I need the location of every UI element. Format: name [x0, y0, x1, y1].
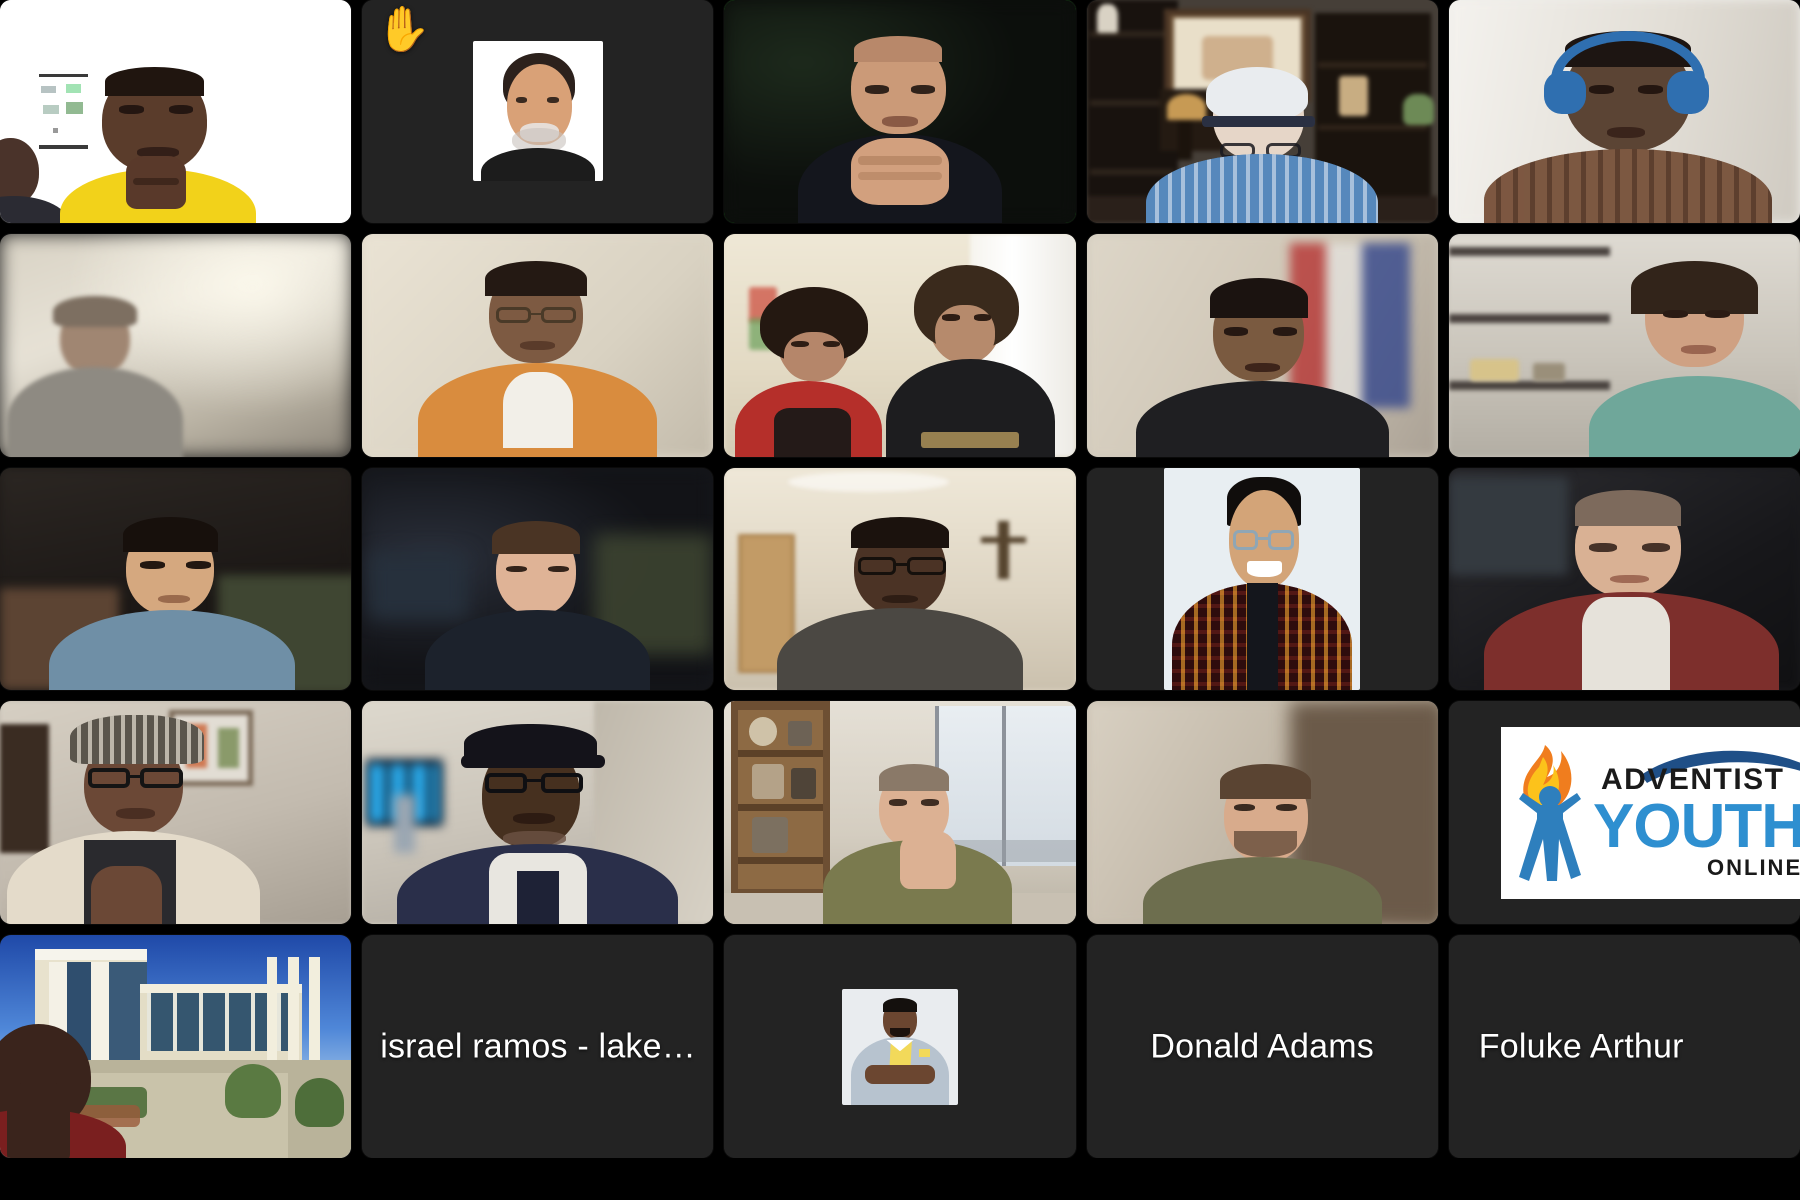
- participant-tile[interactable]: [1086, 467, 1438, 691]
- participant-tile[interactable]: [362, 233, 714, 457]
- participant-tile[interactable]: [0, 233, 352, 457]
- video-feed: ADVENTIST YOUTH ONLINE: [1448, 701, 1800, 925]
- participant-tile[interactable]: [724, 467, 1076, 691]
- video-feed: [724, 233, 1076, 457]
- participant-tile[interactable]: [1448, 0, 1800, 223]
- participant-tile[interactable]: [1086, 0, 1438, 223]
- avatar: [1164, 467, 1361, 691]
- participant-tile[interactable]: [1448, 233, 1800, 457]
- video-feed: [1086, 0, 1438, 223]
- participant-tile[interactable]: [0, 467, 352, 691]
- video-feed: [0, 701, 352, 925]
- video-feed: [1086, 467, 1438, 691]
- participant-tile-name-only[interactable]: Donald Adams: [1086, 935, 1438, 1158]
- video-feed: [1086, 233, 1438, 457]
- participant-tile[interactable]: [0, 935, 352, 1158]
- participant-video-grid: ✋ ADVENTIST YOUTH ONLINE israel ramos - …: [0, 0, 1800, 1158]
- video-feed: [0, 467, 352, 691]
- participant-tile[interactable]: [1448, 467, 1800, 691]
- participant-tile[interactable]: [362, 701, 714, 925]
- participant-tile[interactable]: [724, 233, 1076, 457]
- participant-tile-active-speaker[interactable]: [724, 0, 1076, 223]
- video-feed: [362, 701, 714, 925]
- participant-tile-name-only[interactable]: Foluke Arthur: [1448, 935, 1800, 1158]
- video-feed: [724, 701, 1076, 925]
- video-feed: [1448, 0, 1800, 223]
- raised-hand-icon: ✋: [376, 5, 431, 54]
- participant-tile[interactable]: [362, 467, 714, 691]
- participant-tile-name-only[interactable]: israel ramos - lake…: [362, 935, 714, 1158]
- video-feed: [1448, 467, 1800, 691]
- video-feed: [0, 233, 352, 457]
- adventist-youth-logo: ADVENTIST YOUTH ONLINE: [1500, 726, 1800, 899]
- participant-name: Donald Adams: [1150, 1027, 1374, 1066]
- logo-line3: ONLINE: [1707, 855, 1800, 880]
- participant-name: Foluke Arthur: [1478, 1027, 1684, 1066]
- logo-line2: YOUTH: [1593, 792, 1800, 861]
- video-feed: [724, 467, 1076, 691]
- video-feed: [1086, 701, 1438, 925]
- logo-svg: ADVENTIST YOUTH ONLINE: [1518, 744, 1800, 881]
- bottom-toolbar: [0, 1158, 1800, 1200]
- video-feed: [0, 935, 352, 1158]
- participant-tile[interactable]: [1086, 233, 1438, 457]
- video-feed: [362, 233, 714, 457]
- video-feed: [1448, 233, 1800, 457]
- participant-tile[interactable]: [1086, 701, 1438, 925]
- participant-tile[interactable]: [0, 701, 352, 925]
- participant-tile[interactable]: [724, 935, 1076, 1158]
- video-feed: [0, 0, 352, 223]
- participant-tile[interactable]: [0, 0, 352, 223]
- video-feed: [724, 935, 1076, 1158]
- participant-tile[interactable]: ADVENTIST YOUTH ONLINE: [1448, 701, 1800, 925]
- participant-tile[interactable]: ✋: [362, 0, 714, 223]
- avatar: [472, 41, 603, 182]
- participant-name: israel ramos - lake…: [380, 1027, 696, 1066]
- video-conference-app: ✋ ADVENTIST YOUTH ONLINE israel ramos - …: [0, 0, 1800, 1200]
- avatar: [841, 988, 958, 1105]
- video-feed: [724, 0, 1076, 223]
- video-feed: [362, 467, 714, 691]
- participant-tile[interactable]: [724, 701, 1076, 925]
